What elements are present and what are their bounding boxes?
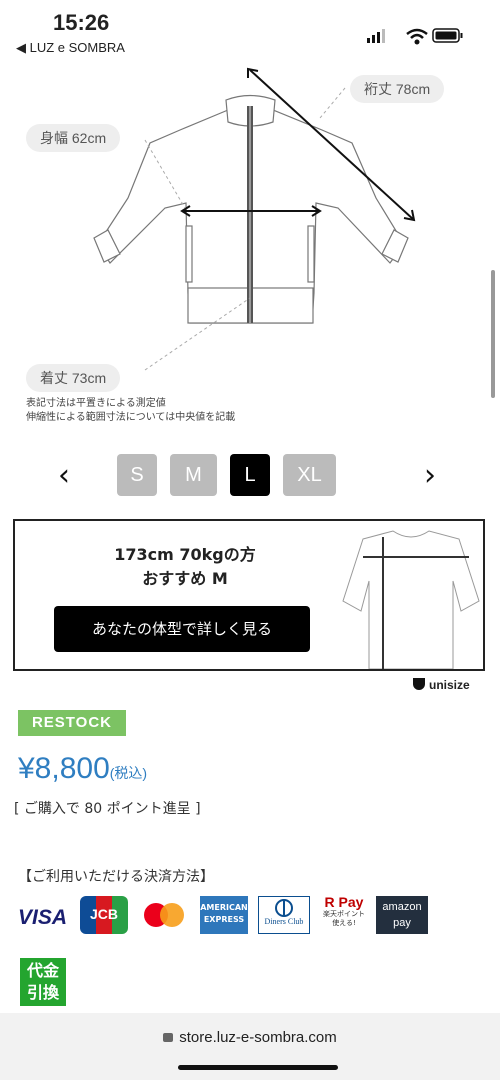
- status-icons: [367, 28, 463, 45]
- browser-url-bar[interactable]: store.luz-e-sombra.com: [0, 1013, 500, 1080]
- unisize-brand: unisize: [413, 678, 470, 692]
- visa-logo: VISA: [18, 906, 68, 929]
- total-length-label: 着丈 73cm: [26, 364, 121, 392]
- scrollbar[interactable]: [491, 270, 495, 398]
- payment-title: 【ご利用いただける決済方法】: [18, 869, 214, 885]
- recommend-body-info: 173cm 70kgの方: [114, 545, 256, 564]
- size-s-button[interactable]: S: [117, 454, 157, 496]
- home-indicator[interactable]: [178, 1065, 338, 1070]
- size-selector: ‹ S M L XL ›: [0, 454, 500, 498]
- back-to-app-link[interactable]: ◀ LUZ e SOMBRA: [16, 40, 125, 56]
- measure-note-1: 表記寸法は平置きによる測定値: [26, 398, 166, 409]
- size-recommendation-box: 173cm 70kgの方 おすすめ M あなたの体型で詳しく見る: [13, 519, 485, 671]
- url-text[interactable]: store.luz-e-sombra.com: [0, 1029, 500, 1046]
- measure-note-2: 伸縮性による範囲寸法については中央値を記載: [26, 412, 236, 423]
- recommend-size: おすすめ M: [142, 569, 228, 588]
- price: ¥8,800(税込): [18, 752, 148, 785]
- battery-icon: [432, 28, 463, 43]
- prev-size-arrow[interactable]: ‹: [58, 456, 70, 496]
- wifi-icon: [406, 28, 428, 45]
- amazon-pay-logo: amazon pay: [376, 896, 428, 934]
- next-size-arrow[interactable]: ›: [424, 456, 436, 496]
- signal-icon: [367, 29, 385, 43]
- size-l-button[interactable]: L: [230, 454, 270, 496]
- mastercard-logo: [144, 903, 184, 927]
- size-xl-button[interactable]: XL: [283, 454, 336, 496]
- unisize-logo-icon: [413, 678, 425, 690]
- sleeve-length-label: 裄丈 78cm: [350, 75, 445, 103]
- size-m-button[interactable]: M: [170, 454, 217, 496]
- clock: 15:26: [53, 10, 110, 35]
- amex-logo: AMERICAN EXPRESS: [200, 896, 248, 934]
- jcb-logo: JCB: [80, 896, 128, 934]
- page-content: 裄丈 78cm 身幅 62cm 着丈 73cm 表記寸法は平置きによる測定値 伸…: [0, 58, 500, 1013]
- lock-icon: [163, 1033, 174, 1042]
- diners-club-logo: Diners Club: [258, 896, 310, 934]
- tshirt-diagram: [342, 530, 480, 669]
- restock-badge: RESTOCK: [18, 710, 126, 736]
- view-details-button[interactable]: あなたの体型で詳しく見る: [54, 606, 310, 652]
- points-info: [ ご購入で 80 ポイント進呈 ]: [14, 801, 201, 817]
- body-width-label: 身幅 62cm: [26, 124, 121, 152]
- rakuten-pay-logo: R Pay 楽天ポイント使える!: [323, 894, 365, 927]
- cash-on-delivery-logo: 代金引換: [20, 958, 66, 1006]
- jacket-size-diagram: [93, 67, 416, 371]
- status-bar: 15:26 ◀ LUZ e SOMBRA: [0, 0, 500, 58]
